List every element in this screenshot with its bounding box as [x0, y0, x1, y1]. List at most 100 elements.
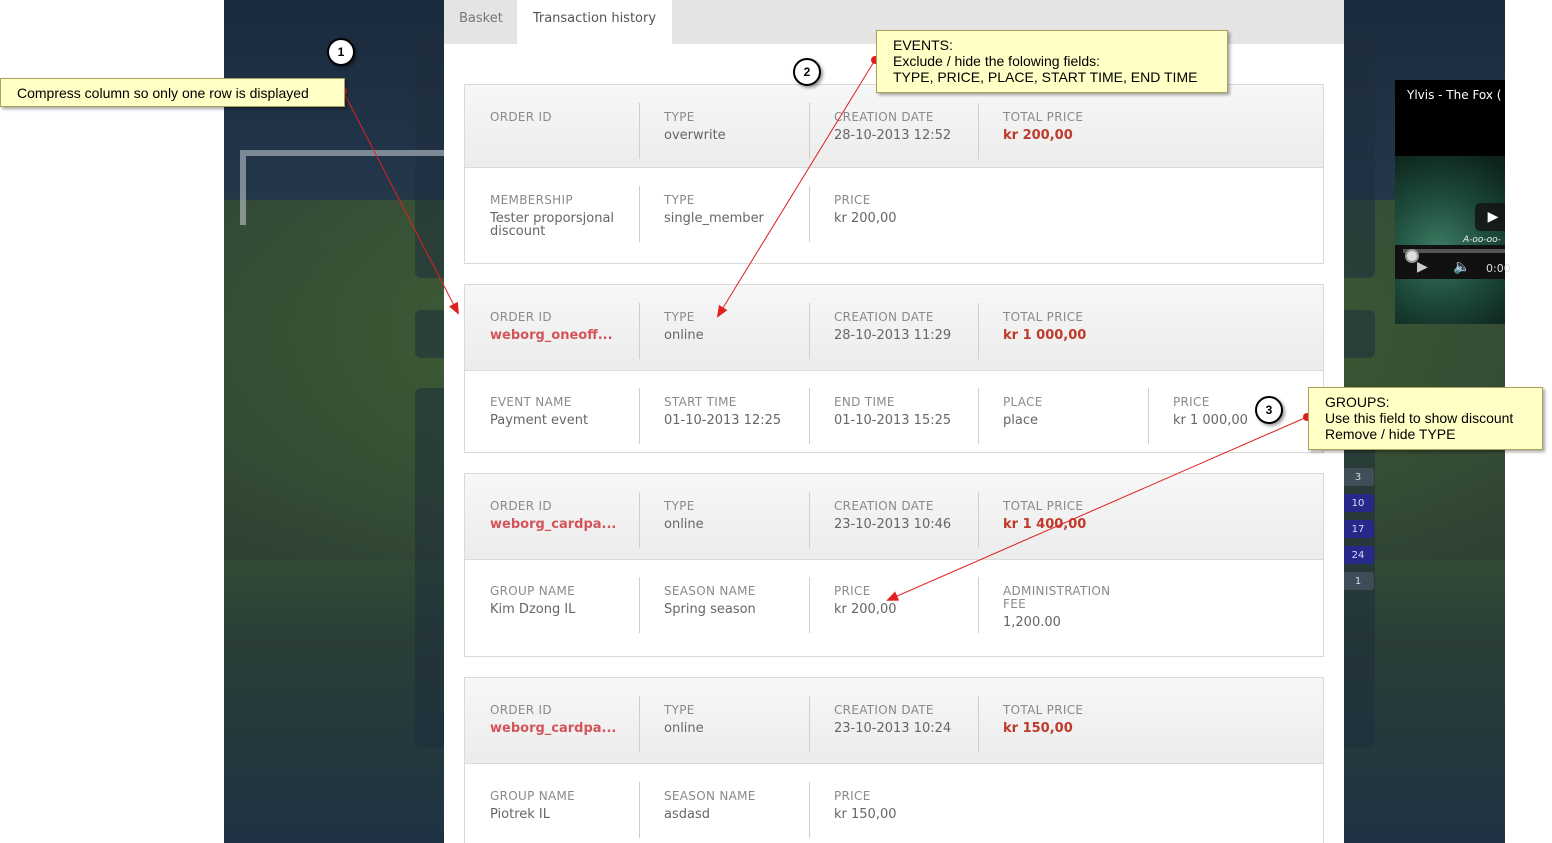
- calendar-badge: 1: [1342, 572, 1374, 590]
- order-id-label: ORDER ID: [490, 703, 552, 717]
- group-name-value: Kim Dzong IL: [490, 602, 576, 617]
- price-label: PRICE: [834, 584, 871, 598]
- price-label: PRICE: [834, 789, 871, 803]
- price-value: kr 1 000,00: [1173, 413, 1248, 428]
- group-name-value: Piotrek IL: [490, 807, 551, 822]
- type-cell: TYPE overwrite: [639, 103, 809, 159]
- video-controls: ▶ 🔈 0:00: [1395, 245, 1511, 279]
- membership-value: Tester proporsjonal discount: [490, 211, 615, 239]
- order-id-value[interactable]: weborg_cardpa...: [490, 722, 635, 735]
- tab-transaction-history[interactable]: Transaction history: [516, 0, 673, 44]
- type-value: online: [664, 517, 704, 532]
- annotation-note-3: GROUPS: Use this field to show discount …: [1308, 387, 1543, 450]
- creation-date-value: 23-10-2013 10:46: [834, 517, 952, 532]
- annotation-number-1: 1: [327, 38, 355, 66]
- order-summary-row: ORDER ID weborg_cardpa... TYPE online CR…: [465, 474, 1323, 560]
- creation-date-cell: CREATION DATE 28-10-2013 12:52: [809, 103, 979, 159]
- total-price-cell: TOTAL PRICE kr 150,00: [978, 696, 1148, 752]
- group-name-cell: GROUP NAME Kim Dzong IL: [465, 584, 635, 617]
- video-title[interactable]: Ylvis - The Fox (: [1395, 80, 1505, 102]
- order-id-value[interactable]: weborg_cardpa...: [490, 518, 635, 531]
- total-price-value: kr 1 000,00: [1003, 328, 1087, 343]
- creation-date-value: 28-10-2013 12:52: [834, 128, 952, 143]
- type-value: overwrite: [664, 128, 726, 143]
- price-cell: PRICE kr 200,00: [809, 186, 979, 242]
- season-name-cell: SEASON NAME asdasd: [639, 782, 809, 838]
- total-price-label: TOTAL PRICE: [1003, 499, 1084, 513]
- order-detail-row: EVENT NAME Payment event START TIME 01-1…: [465, 371, 1323, 452]
- annotation-number-3: 3: [1255, 396, 1283, 424]
- type-value: online: [664, 328, 704, 343]
- administration-fee-label: ADMINISTRATION FEE: [1003, 584, 1111, 611]
- video-player[interactable]: Ylvis - The Fox ( ▶ A-oo-oo-oo ▶ 🔈 0:00: [1395, 80, 1511, 324]
- creation-date-cell: CREATION DATE 28-10-2013 11:29: [809, 303, 979, 359]
- membership-label: MEMBERSHIP: [490, 193, 573, 207]
- total-price-label: TOTAL PRICE: [1003, 110, 1084, 124]
- annotation-note-2: EVENTS: Exclude / hide the folowing fiel…: [876, 30, 1228, 93]
- type-label: TYPE: [664, 310, 695, 324]
- order-card: ORDER ID weborg_cardpa... TYPE online CR…: [464, 473, 1324, 657]
- administration-fee-value: 1,200.00: [1003, 615, 1061, 630]
- creation-date-label: CREATION DATE: [834, 703, 934, 717]
- order-id-label: ORDER ID: [490, 310, 552, 324]
- event-name-cell: EVENT NAME Payment event: [465, 395, 635, 428]
- price-cell: PRICE kr 200,00: [809, 577, 979, 633]
- order-id-cell: ORDER ID weborg_cardpa...: [465, 499, 635, 532]
- type-value: single_member: [664, 211, 764, 226]
- price-value: kr 200,00: [834, 602, 897, 617]
- type-label: TYPE: [664, 193, 695, 207]
- price-label: PRICE: [1173, 395, 1210, 409]
- membership-cell: MEMBERSHIP Tester proporsjonal discount: [465, 193, 635, 239]
- start-time-cell: START TIME 01-10-2013 12:25: [639, 388, 809, 444]
- type-cell: TYPE online: [639, 696, 809, 752]
- administration-fee-cell: ADMINISTRATION FEE 1,200.00: [978, 577, 1128, 633]
- order-summary-row: ORDER ID weborg_cardpa... TYPE online CR…: [465, 678, 1323, 764]
- season-name-label: SEASON NAME: [664, 584, 756, 598]
- order-id-cell: ORDER ID weborg_cardpa...: [465, 703, 635, 736]
- total-price-value: kr 150,00: [1003, 721, 1073, 736]
- total-price-cell: TOTAL PRICE kr 1 000,00: [978, 303, 1148, 359]
- type-cell: TYPE single_member: [639, 186, 809, 242]
- creation-date-value: 23-10-2013 10:24: [834, 721, 952, 736]
- order-card: ORDER ID weborg_oneoff... TYPE online CR…: [464, 284, 1324, 453]
- place-cell: PLACE place: [978, 388, 1148, 444]
- place-value: place: [1003, 413, 1038, 428]
- season-name-cell: SEASON NAME Spring season: [639, 577, 809, 633]
- background-goal: [240, 150, 450, 225]
- video-thumbnail[interactable]: ▶: [1395, 118, 1505, 324]
- season-name-value: asdasd: [664, 807, 710, 822]
- annotation-2-line-2: Exclude / hide the folowing fields:: [893, 53, 1101, 69]
- volume-icon[interactable]: 🔈: [1453, 259, 1470, 275]
- total-price-cell: TOTAL PRICE kr 1 400,00: [978, 492, 1148, 548]
- order-detail-row: GROUP NAME Piotrek IL SEASON NAME asdasd…: [465, 764, 1323, 843]
- start-time-label: START TIME: [664, 395, 737, 409]
- video-time: 0:00: [1486, 262, 1511, 275]
- price-value: kr 150,00: [834, 807, 897, 822]
- total-price-value: kr 200,00: [1003, 128, 1073, 143]
- group-name-cell: GROUP NAME Piotrek IL: [465, 790, 635, 822]
- video-progress-bar[interactable]: [1403, 249, 1505, 263]
- play-icon[interactable]: ▶: [1475, 203, 1505, 231]
- end-time-value: 01-10-2013 15:25: [834, 413, 952, 428]
- creation-date-value: 28-10-2013 11:29: [834, 328, 952, 343]
- start-time-value: 01-10-2013 12:25: [664, 413, 782, 428]
- order-id-value[interactable]: weborg_oneoff...: [490, 329, 635, 342]
- event-name-label: EVENT NAME: [490, 395, 572, 409]
- group-name-label: GROUP NAME: [490, 584, 576, 598]
- type-label: TYPE: [664, 110, 695, 124]
- play-control-icon[interactable]: ▶: [1417, 259, 1428, 275]
- total-price-cell: TOTAL PRICE kr 200,00: [978, 103, 1148, 159]
- event-name-value: Payment event: [490, 413, 589, 428]
- order-id-cell: ORDER ID weborg_oneoff...: [465, 310, 635, 343]
- tab-basket[interactable]: Basket: [444, 0, 517, 44]
- creation-date-label: CREATION DATE: [834, 499, 934, 513]
- annotation-2-line-1: EVENTS:: [893, 37, 953, 53]
- price-cell: PRICE kr 150,00: [809, 782, 979, 838]
- price-cell: PRICE kr 1 000,00: [1148, 388, 1318, 444]
- creation-date-cell: CREATION DATE 23-10-2013 10:46: [809, 492, 979, 548]
- calendar-badge: 17: [1342, 520, 1374, 538]
- annotation-number-2: 2: [793, 58, 821, 86]
- type-label: TYPE: [664, 703, 695, 717]
- place-label: PLACE: [1003, 395, 1043, 409]
- order-id-label: ORDER ID: [490, 499, 552, 513]
